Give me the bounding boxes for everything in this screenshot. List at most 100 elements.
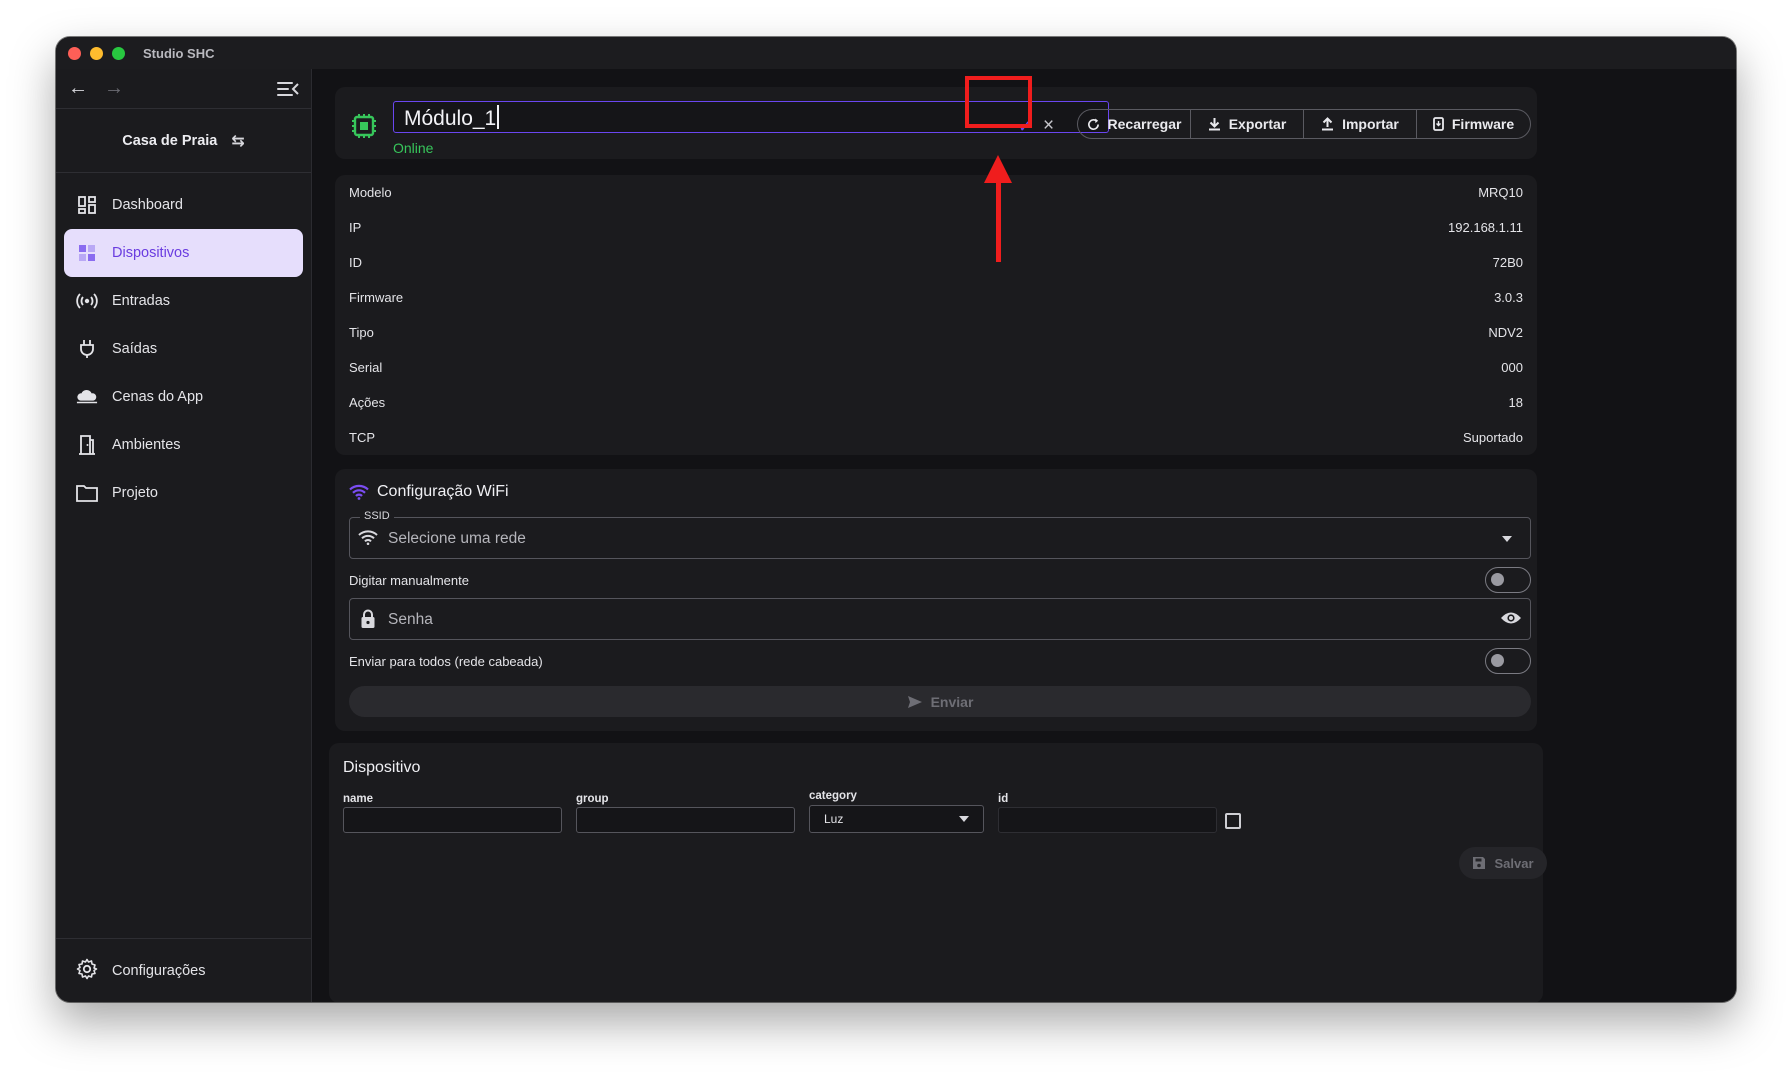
send-button[interactable]: Enviar [349, 686, 1531, 717]
annotation-arrow-icon [984, 155, 1012, 183]
password-input[interactable]: Senha [349, 598, 1531, 640]
name-field-label: name [343, 793, 374, 805]
devices-icon [76, 242, 98, 264]
sidebar-item-dashboard[interactable]: Dashboard [64, 181, 303, 229]
settings-label: Configurações [112, 962, 206, 979]
manual-entry-label: Digitar manualmente [349, 572, 469, 588]
device-form-title: Dispositivo [343, 759, 421, 776]
status-label: Online [393, 140, 434, 156]
settings-item[interactable]: Configurações [56, 938, 311, 1002]
export-label: Exportar [1228, 116, 1287, 132]
send-label: Enviar [930, 693, 974, 710]
info-label: Modelo [349, 185, 392, 200]
firmware-button[interactable]: Firmware [1417, 110, 1530, 138]
device-header: Módulo_1 Online ✓ × Recarregar Exportar … [335, 87, 1537, 159]
back-arrow-icon[interactable]: ← [68, 77, 104, 100]
import-button[interactable]: Importar [1304, 110, 1417, 138]
info-row-id: ID 72B0 [335, 245, 1537, 280]
id-checkbox[interactable] [1225, 813, 1241, 829]
dashboard-icon [76, 194, 98, 216]
eye-icon[interactable] [1500, 610, 1522, 631]
export-button[interactable]: Exportar [1191, 110, 1304, 138]
chevron-down-icon [1502, 536, 1512, 542]
info-label: Serial [349, 360, 383, 375]
device-name-value: Módulo_1 [404, 107, 497, 130]
id-field[interactable] [998, 807, 1217, 833]
save-label: Salvar [1494, 855, 1534, 871]
reload-button[interactable]: Recarregar [1078, 110, 1191, 138]
info-value: 18 [1508, 395, 1523, 410]
info-label: Ações [349, 395, 386, 410]
send-all-label: Enviar para todos (rede cabeada) [349, 653, 543, 669]
category-value: Luz [824, 812, 844, 826]
info-value: 000 [1501, 360, 1523, 375]
title-bar: Studio SHC [56, 37, 1736, 69]
info-value: Suportado [1463, 430, 1523, 445]
gear-icon [76, 958, 98, 984]
ssid-placeholder: Selecione uma rede [388, 530, 526, 547]
device-icon [1432, 117, 1444, 131]
send-icon [907, 695, 922, 708]
project-selector[interactable]: Casa de Praia ⇆ [56, 109, 311, 173]
device-form-card: Dispositivo name group category Luz id S… [329, 743, 1547, 1002]
info-row-model: Modelo MRQ10 [335, 175, 1537, 210]
history-nav: ← → [56, 69, 311, 109]
sidebar-item-outputs[interactable]: Saídas [64, 325, 303, 373]
sidebar-item-rooms[interactable]: Ambientes [64, 421, 303, 469]
ssid-label: SSID [360, 510, 394, 522]
name-field[interactable] [343, 807, 562, 833]
password-placeholder: Senha [388, 611, 433, 628]
chevron-down-icon [959, 816, 969, 822]
refresh-icon [1087, 117, 1099, 130]
send-all-toggle[interactable] [1485, 648, 1531, 674]
upload-icon [1322, 117, 1334, 131]
wifi-icon [349, 484, 369, 500]
manual-entry-row: Digitar manualmente [349, 566, 1531, 594]
sidebar-item-project[interactable]: Projeto [64, 469, 303, 517]
info-value: NDV2 [1488, 325, 1523, 340]
sidebar-item-label: Cenas do App [112, 389, 204, 405]
cloud-icon [76, 386, 98, 408]
group-field[interactable] [576, 807, 795, 833]
wifi-title-text: Configuração WiFi [377, 483, 509, 500]
swap-icon[interactable]: ⇆ [231, 131, 244, 151]
sidebar-item-inputs[interactable]: Entradas [64, 277, 303, 325]
info-row-serial: Serial 000 [335, 350, 1537, 385]
sidebar-item-devices[interactable]: Dispositivos [64, 229, 303, 277]
chip-icon [351, 113, 377, 139]
category-select[interactable]: Luz [809, 805, 984, 833]
annotation-highlight-box [965, 76, 1032, 128]
sidebar-item-label: Dispositivos [112, 245, 190, 261]
window-controls [68, 46, 125, 60]
lock-icon [360, 609, 376, 634]
forward-arrow-icon[interactable]: → [104, 77, 140, 100]
firmware-label: Firmware [1451, 116, 1515, 132]
info-label: Firmware [349, 290, 404, 305]
save-icon [1473, 857, 1486, 869]
ssid-select[interactable]: SSID Selecione uma rede [349, 510, 1531, 559]
info-row-type: Tipo NDV2 [335, 315, 1537, 350]
info-label: Tipo [349, 325, 374, 340]
minimize-window-button[interactable] [90, 46, 103, 60]
folder-icon [76, 482, 98, 504]
maximize-window-button[interactable] [112, 46, 125, 60]
text-caret [497, 105, 499, 129]
device-actions: Recarregar Exportar Importar Firmware [1077, 109, 1531, 139]
close-window-button[interactable] [68, 46, 81, 60]
save-button[interactable]: Salvar [1459, 847, 1547, 879]
reload-label: Recarregar [1107, 116, 1182, 132]
manual-entry-toggle[interactable] [1485, 567, 1531, 593]
sidebar-item-app-scenes[interactable]: Cenas do App [64, 373, 303, 421]
id-field-label: id [998, 793, 1009, 805]
info-label: TCP [349, 430, 375, 445]
annotation-arrow-shaft [996, 180, 1001, 262]
collapse-sidebar-icon[interactable] [277, 80, 299, 98]
close-icon[interactable]: × [1043, 115, 1054, 137]
door-icon [76, 434, 98, 456]
import-label: Importar [1342, 116, 1399, 132]
sidebar-item-label: Projeto [112, 485, 158, 501]
info-row-ip: IP 192.168.1.11 [335, 210, 1537, 245]
info-value: MRQ10 [1478, 185, 1523, 200]
window-title: Studio SHC [143, 45, 215, 61]
group-field-label: group [576, 793, 609, 805]
